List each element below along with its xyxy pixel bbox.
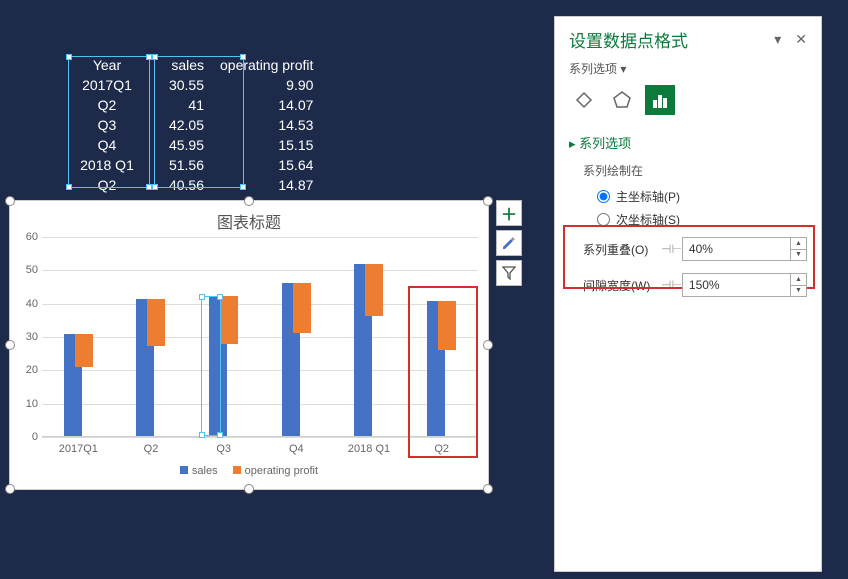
y-tick-label: 20 [14, 364, 38, 376]
y-tick-label: 10 [14, 398, 38, 410]
bar-operating-profit[interactable] [75, 334, 93, 367]
selected-bar-outline [201, 296, 221, 436]
series-overlap-input[interactable]: 40% ▲ ▼ [682, 237, 807, 261]
x-tick-label: Q3 [187, 443, 260, 455]
pentagon-icon [611, 89, 633, 111]
x-tick-label: Q4 [260, 443, 333, 455]
gap-down-button[interactable]: ▼ [790, 286, 806, 297]
selection-sales-col [154, 56, 244, 188]
primary-axis-radio[interactable]: 主坐标轴(P) [569, 185, 807, 208]
bar-operating-profit[interactable] [147, 299, 165, 346]
overlap-down-button[interactable]: ▼ [790, 250, 806, 261]
x-tick-label: Q2 [115, 443, 188, 455]
chart-add-element-button[interactable]: ＋ [496, 200, 522, 226]
resize-handle[interactable] [483, 196, 493, 206]
y-tick-label: 30 [14, 331, 38, 343]
y-tick-label: 60 [14, 231, 38, 243]
bar-group[interactable] [260, 283, 333, 436]
y-tick-label: 40 [14, 298, 38, 310]
chart-legend: sales operating profit [10, 455, 488, 477]
annotation-highlight-last-group [408, 286, 478, 458]
bar-group[interactable] [333, 264, 406, 436]
overlap-up-button[interactable]: ▲ [790, 238, 806, 250]
bar-group[interactable] [187, 296, 260, 436]
paint-bucket-icon [573, 89, 595, 111]
x-tick-label: 2017Q1 [42, 443, 115, 455]
legend-item-sales: sales [180, 465, 218, 477]
resize-handle[interactable] [483, 340, 493, 350]
resize-handle[interactable] [5, 484, 15, 494]
chart-title[interactable]: 图表标题 [10, 201, 488, 237]
selection-year-col [68, 56, 150, 188]
series-options-section[interactable]: ▸ 系列选项 [569, 133, 807, 158]
legend-item-profit: operating profit [233, 465, 318, 477]
y-tick-label: 0 [14, 431, 38, 443]
gap-up-button[interactable]: ▲ [790, 274, 806, 286]
chart-object[interactable]: 图表标题 0102030405060 2017Q1Q2Q3Q42018 Q1Q2… [9, 200, 489, 490]
bar-group[interactable] [115, 299, 188, 436]
gap-width-input[interactable]: 150% ▲ ▼ [682, 273, 807, 297]
chart-side-toolbar: ＋ [496, 200, 522, 286]
bar-operating-profit[interactable] [220, 296, 238, 344]
pane-dropdown-button[interactable]: ▾ [774, 31, 781, 48]
pane-title: 设置数据点格式 [569, 27, 760, 52]
brush-icon [501, 235, 517, 251]
effects-tab[interactable] [607, 85, 637, 115]
resize-handle[interactable] [5, 196, 15, 206]
bar-operating-profit[interactable] [293, 283, 311, 334]
bar-group[interactable] [42, 334, 115, 436]
primary-axis-radio-input[interactable] [597, 190, 610, 203]
x-tick-label: 2018 Q1 [333, 443, 406, 455]
plot-on-label: 系列绘制在 [569, 158, 807, 185]
resize-handle[interactable] [244, 484, 254, 494]
resize-handle[interactable] [483, 484, 493, 494]
fill-line-tab[interactable] [569, 85, 599, 115]
pane-close-button[interactable]: ✕ [795, 31, 807, 48]
resize-handle[interactable] [244, 196, 254, 206]
series-options-tab[interactable] [645, 85, 675, 115]
series-options-dropdown[interactable]: 系列选项 ▾ [555, 58, 821, 85]
bar-chart-icon [649, 89, 671, 111]
filter-icon [502, 266, 516, 280]
bar-operating-profit[interactable] [365, 264, 383, 316]
chart-filter-button[interactable] [496, 260, 522, 286]
resize-handle[interactable] [5, 340, 15, 350]
format-data-point-pane: 设置数据点格式 ▾ ✕ 系列选项 ▾ ▸ 系列选项 系列绘制在 主坐标轴(P) … [554, 16, 822, 572]
chart-styles-button[interactable] [496, 230, 522, 256]
y-tick-label: 50 [14, 264, 38, 276]
